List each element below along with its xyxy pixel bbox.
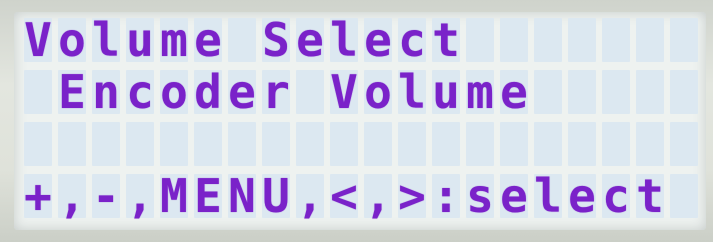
- lcd-character: e: [568, 169, 596, 223]
- character-lcd-display: Volume Select Encoder Volume +, -, M E N U, <,…: [14, 12, 706, 230]
- lcd-character: l: [398, 65, 426, 119]
- lcd-character: e: [364, 13, 392, 67]
- lcd-character: ,: [364, 169, 392, 223]
- lcd-line-3-text: [24, 122, 698, 166]
- lcd-character: N: [228, 169, 256, 223]
- lcd-character: >: [398, 169, 426, 223]
- lcd-character: M: [160, 169, 188, 223]
- lcd-character: d: [194, 65, 222, 119]
- lcd-character: ,: [126, 169, 154, 223]
- lcd-character: [24, 70, 52, 114]
- lcd-character: +: [24, 169, 52, 223]
- lcd-character: t: [636, 169, 664, 223]
- lcd-character: s: [466, 169, 494, 223]
- lcd-line-4: +, -, M E N U, <, >: s e l e c t: [24, 169, 704, 223]
- lcd-character: e: [296, 13, 324, 67]
- lcd-character: l: [330, 13, 358, 67]
- lcd-line-2: Encoder Volume: [24, 65, 704, 119]
- lcd-character: c: [126, 65, 154, 119]
- lcd-character: S: [262, 13, 290, 67]
- lcd-character: o: [160, 65, 188, 119]
- lcd-character: m: [160, 13, 188, 67]
- lcd-character: e: [228, 65, 256, 119]
- lcd-line-3: [24, 122, 704, 168]
- lcd-character: n: [92, 65, 120, 119]
- lcd-character: o: [58, 13, 86, 67]
- lcd-character: E: [194, 169, 222, 223]
- lcd-character: :: [432, 169, 460, 223]
- lcd-line-4-text: +, -, M E N U, <, >: s e l e c t: [24, 169, 698, 223]
- lcd-character: ,: [296, 169, 324, 223]
- lcd-line-1: Volume Select: [24, 13, 704, 67]
- lcd-line-2-text: Encoder Volume: [24, 65, 698, 119]
- lcd-character: m: [466, 65, 494, 119]
- lcd-character: l: [92, 13, 120, 67]
- lcd-character: e: [194, 13, 222, 67]
- lcd-character: t: [432, 13, 460, 67]
- lcd-character: E: [58, 65, 86, 119]
- lcd-character: c: [602, 169, 630, 223]
- lcd-character: [296, 70, 324, 114]
- lcd-character: V: [24, 13, 52, 67]
- lcd-bezel: Volume Select Encoder Volume +, -, M E N U, <,…: [0, 0, 713, 242]
- lcd-character: <: [330, 169, 358, 223]
- lcd-character: o: [364, 65, 392, 119]
- lcd-character: U: [262, 169, 290, 223]
- lcd-character: e: [500, 169, 528, 223]
- lcd-character: [228, 18, 256, 62]
- lcd-character: r: [262, 65, 290, 119]
- lcd-character: ,: [58, 169, 86, 223]
- lcd-character: c: [398, 13, 426, 67]
- lcd-character: u: [432, 65, 460, 119]
- lcd-character: u: [126, 13, 154, 67]
- lcd-character: e: [500, 65, 528, 119]
- lcd-line-1-text: Volume Select: [24, 13, 698, 67]
- lcd-character: V: [330, 65, 358, 119]
- lcd-character: -: [92, 169, 120, 223]
- lcd-character: l: [534, 169, 562, 223]
